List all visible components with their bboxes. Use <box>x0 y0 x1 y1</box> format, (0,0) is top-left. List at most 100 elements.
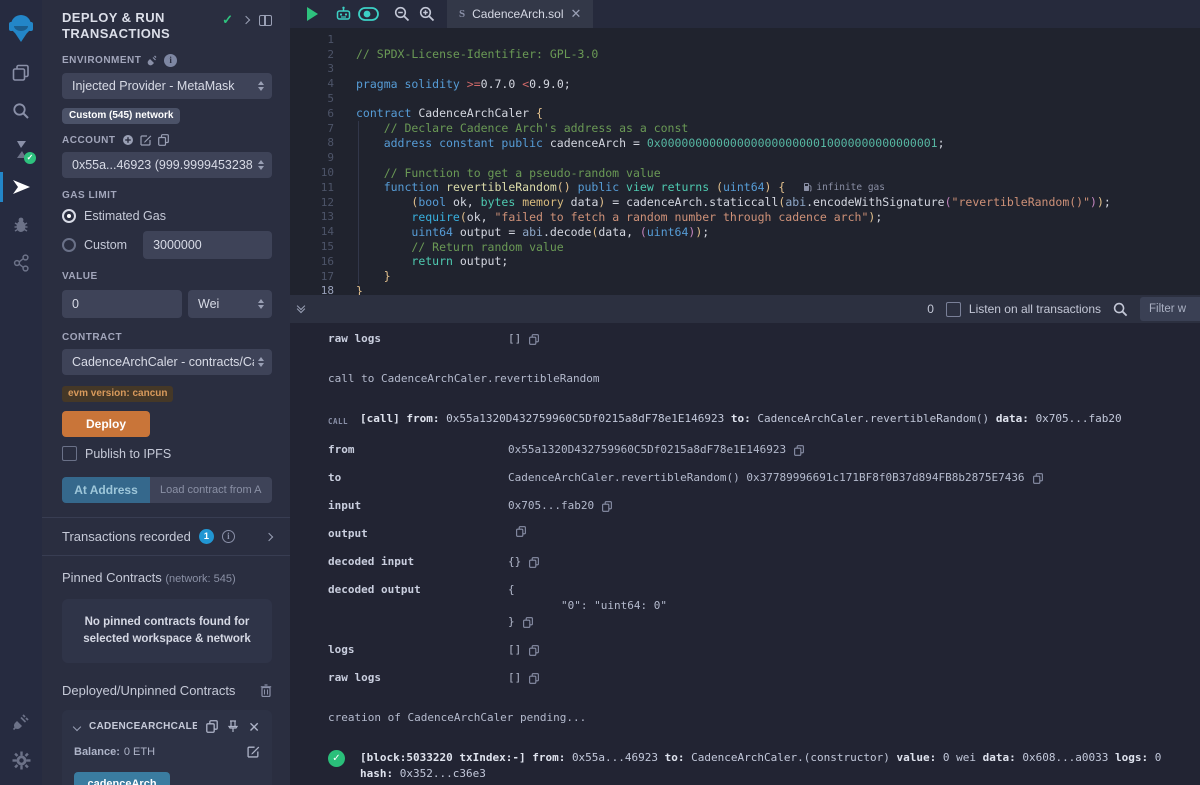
radio-selected-icon[interactable] <box>62 209 76 223</box>
transactions-recorded-row[interactable]: Transactions recorded 1 i <box>42 518 290 555</box>
zoom-out-icon[interactable] <box>389 0 414 28</box>
code-editor[interactable]: 12// SPDX-License-Identifier: GPL-3.034p… <box>290 28 1200 295</box>
block-summary[interactable]: [block:5033220 txIndex:-] from: 0x55a...… <box>360 750 1200 782</box>
success-check-icon: ✓ <box>328 750 345 767</box>
plug-icon <box>147 55 158 66</box>
play-icon[interactable] <box>300 0 325 28</box>
edit-icon[interactable] <box>140 134 152 146</box>
checkbox-icon[interactable] <box>62 446 77 461</box>
panel-title: DEPLOY & RUN TRANSACTIONS <box>62 10 222 42</box>
stepper-icon <box>258 160 264 170</box>
code-line: 12 (bool ok, bytes memory data) = cadenc… <box>290 195 1200 210</box>
terminal-text: creation of CadenceArchCaler pending... <box>328 710 586 726</box>
terminal-header: 0 Listen on all transactions <box>290 295 1200 323</box>
code-line: 15 // Return random value <box>290 239 1200 254</box>
code-text: address constant public cadenceArch = 0x… <box>356 136 945 150</box>
copy-icon[interactable] <box>529 334 539 345</box>
plus-circle-icon[interactable] <box>122 134 134 146</box>
close-icon[interactable]: ✕ <box>248 721 260 733</box>
contract-select[interactable]: CadenceArchCaler - contracts/Cac <box>62 349 272 375</box>
balance-row: Balance: 0 ETH <box>74 745 260 758</box>
pin-icon[interactable] <box>227 720 239 733</box>
line-number: 13 <box>290 210 334 223</box>
settings-icon[interactable] <box>0 741 42 779</box>
info-icon[interactable]: i <box>164 54 177 67</box>
copy-icon[interactable] <box>794 445 804 456</box>
terminal: 0 Listen on all transactions raw logs[]c… <box>290 295 1200 785</box>
copy-icon[interactable] <box>523 617 533 628</box>
deploy-run-icon[interactable] <box>0 168 42 206</box>
terminal-filter-input[interactable] <box>1140 297 1200 321</box>
solidity-compiler-icon[interactable]: ✓ <box>0 130 42 168</box>
ai-robot-icon[interactable] <box>331 0 356 28</box>
trash-icon[interactable] <box>260 684 272 697</box>
code-line: 13 require(ok, "failed to fetch a random… <box>290 210 1200 225</box>
terminal-row: from0x55a1320D432759960C5Df0215a8dF78e1E… <box>290 442 1200 458</box>
close-icon[interactable]: ✕ <box>571 6 582 22</box>
at-address-button[interactable]: At Address <box>62 477 150 503</box>
value-input[interactable] <box>62 290 182 318</box>
file-explorer-icon[interactable] <box>0 54 42 92</box>
terminal-value: CadenceArchCaler.revertibleRandom() 0x37… <box>508 470 1043 486</box>
custom-gas-radio[interactable] <box>62 238 76 252</box>
code-text: (bool ok, bytes memory data) = cadenceAr… <box>356 195 1111 209</box>
compile-success-badge: ✓ <box>24 152 36 164</box>
terminal-row: raw logs[] <box>290 670 1200 686</box>
estimated-gas-option[interactable]: Estimated Gas <box>62 209 272 223</box>
activity-bar: ✓ <box>0 0 42 785</box>
copy-icon[interactable] <box>1033 473 1043 484</box>
call-summary[interactable]: [call] from: 0x55a1320D432759960C5Df0215… <box>360 411 1122 427</box>
copy-icon[interactable] <box>158 134 169 146</box>
terminal-row: raw logs[] <box>290 331 1200 347</box>
value-unit-select[interactable]: Wei <box>188 290 272 318</box>
search-icon[interactable] <box>0 92 42 130</box>
chevron-down-icon[interactable] <box>73 722 81 730</box>
chevron-right-icon[interactable] <box>265 532 273 540</box>
terminal-value: { "0": "uint64: 0"} <box>508 582 667 630</box>
zoom-in-icon[interactable] <box>414 0 439 28</box>
tab-cadencearch[interactable]: S CadenceArch.sol ✕ <box>447 0 593 28</box>
double-chevron-down-icon[interactable] <box>298 306 304 312</box>
call-tag: CALL <box>328 411 360 430</box>
code-text: // Return random value <box>356 240 564 254</box>
at-address-input[interactable] <box>150 477 272 503</box>
custom-gas-input[interactable] <box>143 231 272 259</box>
terminal-output[interactable]: raw logs[]call to CadenceArchCaler.rever… <box>290 323 1200 785</box>
cadence-arch-function-button[interactable]: cadenceArch <box>74 772 170 785</box>
deployed-contracts-title: Deployed/Unpinned Contracts <box>62 683 260 698</box>
copy-icon[interactable] <box>529 673 539 684</box>
record-toggle-icon[interactable] <box>356 0 381 28</box>
stepper-icon <box>258 357 264 367</box>
line-number: 10 <box>290 166 334 179</box>
line-number: 9 <box>290 151 334 164</box>
copy-icon[interactable] <box>529 557 539 568</box>
line-number: 17 <box>290 270 334 283</box>
git-icon[interactable] <box>0 244 42 282</box>
publish-ipfs-option[interactable]: Publish to IPFS <box>62 446 272 461</box>
search-icon[interactable] <box>1113 302 1128 317</box>
code-text: uint64 output = abi.decode(data, (uint64… <box>356 225 709 239</box>
account-select[interactable]: 0x55a...46923 (999.9999453238 <box>62 152 272 178</box>
copy-icon[interactable] <box>206 720 218 733</box>
info-icon[interactable]: i <box>222 530 235 543</box>
terminal-value <box>508 526 526 537</box>
account-label: ACCOUNT <box>62 134 272 146</box>
debugger-icon[interactable] <box>0 206 42 244</box>
listen-all-option[interactable]: Listen on all transactions <box>946 302 1101 317</box>
copy-icon[interactable] <box>529 645 539 656</box>
checkbox-icon[interactable] <box>946 302 961 317</box>
line-number: 11 <box>290 181 334 194</box>
terminal-row: decoded output{ "0": "uint64: 0"} <box>290 582 1200 630</box>
chevron-right-icon[interactable] <box>242 16 250 24</box>
panel-columns-icon[interactable] <box>259 15 272 26</box>
deploy-button[interactable]: Deploy <box>62 411 150 437</box>
transactions-count-badge: 1 <box>199 529 214 544</box>
environment-select[interactable]: Injected Provider - MetaMask <box>62 73 272 99</box>
copy-icon[interactable] <box>602 501 612 512</box>
terminal-value: [] <box>508 331 539 347</box>
plugin-manager-icon[interactable] <box>0 703 42 741</box>
check-icon: ✓ <box>222 12 233 28</box>
copy-icon[interactable] <box>516 526 526 537</box>
edit-icon[interactable] <box>247 745 260 758</box>
remix-logo[interactable] <box>0 2 42 54</box>
